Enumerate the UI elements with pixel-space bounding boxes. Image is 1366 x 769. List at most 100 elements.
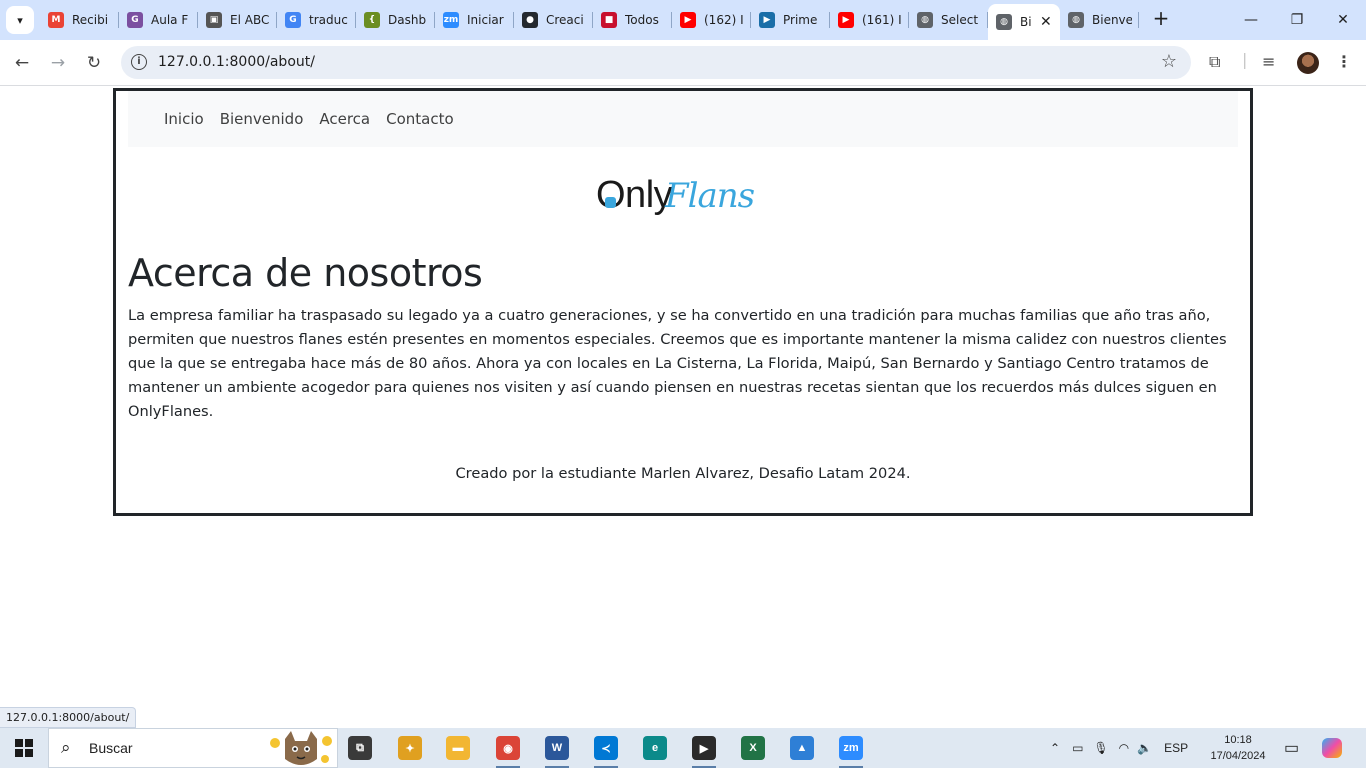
page-viewport: Inicio Bienvenido Acerca Contacto Only F… xyxy=(0,87,1366,708)
language-indicator[interactable]: ESP xyxy=(1164,741,1188,755)
excel-taskbar-button[interactable]: X xyxy=(733,732,773,764)
tab-search-button[interactable]: ▾ xyxy=(6,6,34,34)
tab-title: (161) I xyxy=(862,13,902,27)
system-tray: ⌃ ▭ 🎙 ◠ 🔈 ESP xyxy=(1050,728,1188,768)
vscode-icon: ≺ xyxy=(594,736,618,760)
tab-strip: ▾ M Recibi G Aula F ▣ El ABC Gtraduc { Dashb zm In… xyxy=(0,0,1366,40)
tab-title: Select xyxy=(941,13,979,27)
flan-cup-icon xyxy=(605,197,616,208)
start-button[interactable] xyxy=(0,728,48,768)
dashboard-icon: { xyxy=(364,12,380,28)
footer-credit: Creado por la estudiante Marlen Alvarez,… xyxy=(455,465,911,482)
nav-link-acerca[interactable]: Acerca xyxy=(319,110,370,128)
clock[interactable]: 10:18 17/04/2024 xyxy=(1200,732,1276,764)
taskbar-search-box[interactable]: ⌕ Buscar xyxy=(48,728,338,768)
browser-tab[interactable]: ▶ (161) I xyxy=(830,4,909,36)
new-tab-button[interactable]: + xyxy=(1150,8,1172,30)
photos-icon: ▲ xyxy=(790,736,814,760)
edge-taskbar-button[interactable]: e xyxy=(635,732,675,764)
tab-title: El ABC xyxy=(230,13,270,27)
zoom-icon: zm xyxy=(839,736,863,760)
show-hidden-icons-icon[interactable]: ⌃ xyxy=(1050,741,1060,755)
address-bar[interactable]: i 127.0.0.1:8000/about/ ☆ xyxy=(121,46,1191,79)
about-paragraph: La empresa familiar ha traspasado su leg… xyxy=(128,307,1227,420)
tab-title: Dashb xyxy=(388,13,427,27)
url-text[interactable]: 127.0.0.1:8000/about/ xyxy=(158,54,315,70)
youtube-icon: ▶ xyxy=(680,12,696,28)
nav-link-bienvenido[interactable]: Bienvenido xyxy=(220,110,304,128)
browser-tab[interactable]: ◍ Select xyxy=(909,4,988,36)
tab-title: Bi xyxy=(1020,15,1032,29)
photos-taskbar-button[interactable]: ▲ xyxy=(782,732,822,764)
tab-title: Bienve xyxy=(1092,13,1132,27)
todos-icon: ■ xyxy=(601,12,617,28)
task-view-taskbar-button[interactable]: ⧉ xyxy=(340,732,380,764)
media-player-icon: ▶ xyxy=(692,736,716,760)
browser-tab[interactable]: zm Iniciar xyxy=(435,4,514,36)
browser-tab[interactable]: { Dashb xyxy=(356,4,435,36)
vscode-taskbar-button[interactable]: ≺ xyxy=(586,732,626,768)
browser-tab[interactable]: ■ Todos xyxy=(593,4,672,36)
restore-icon: ❐ xyxy=(1290,12,1304,28)
copilot-icon[interactable] xyxy=(1322,728,1342,768)
more-menu-icon[interactable]: ⋮ xyxy=(1336,52,1352,71)
gallery-taskbar-button[interactable]: ✦ xyxy=(390,732,430,764)
forward-button[interactable]: → xyxy=(45,50,71,76)
youtube-icon: ▶ xyxy=(838,12,854,28)
browser-tab[interactable]: ▶ Prime xyxy=(751,4,830,36)
zoom-taskbar-button[interactable]: zm xyxy=(831,732,871,768)
toolbar-divider: | xyxy=(1242,50,1248,69)
globe-icon: ◍ xyxy=(917,12,933,28)
windows-taskbar: ⌕ Buscar ⧉ ✦ ▬ ◉ W ≺ e ▶ X ▲ zm ⌃ ▭ 🎙 ◠ 🔈 ESP 10:1… xyxy=(0,728,1366,768)
zoom-icon: zm xyxy=(443,12,459,28)
excel-icon: X xyxy=(741,736,765,760)
restore-button[interactable]: ❐ xyxy=(1274,0,1320,40)
volume-icon[interactable]: 🔈 xyxy=(1137,741,1152,755)
microphone-icon[interactable]: 🎙 xyxy=(1093,741,1108,755)
notifications-icon[interactable]: ▭ xyxy=(1284,728,1299,768)
browser-tab[interactable]: Gtraduc xyxy=(277,4,356,36)
close-window-button[interactable]: ✕ xyxy=(1320,0,1366,40)
extensions-icon[interactable]: ⧉ xyxy=(1209,52,1220,72)
back-button[interactable]: ← xyxy=(9,50,35,76)
nav-link-inicio[interactable]: Inicio xyxy=(164,110,204,128)
browser-tab[interactable]: ● Creaci xyxy=(514,4,593,36)
file-explorer-taskbar-button[interactable]: ▬ xyxy=(438,732,478,764)
arrow-right-icon: → xyxy=(50,53,66,73)
tab-title: Creaci xyxy=(546,13,584,27)
minimize-icon: — xyxy=(1244,12,1258,28)
browser-tab[interactable]: ◍ Bi ✕ xyxy=(988,4,1060,40)
media-control-icon[interactable]: ≡ xyxy=(1262,52,1275,71)
profile-avatar[interactable] xyxy=(1297,52,1319,74)
bookmark-star-icon[interactable]: ☆ xyxy=(1161,51,1177,72)
close-tab-icon[interactable]: ✕ xyxy=(1040,14,1052,30)
word-taskbar-button[interactable]: W xyxy=(537,732,577,768)
site-info-icon[interactable]: i xyxy=(131,54,147,70)
media-player-taskbar-button[interactable]: ▶ xyxy=(684,732,724,768)
search-highlight-illustration xyxy=(270,731,332,765)
status-bar-url: 127.0.0.1:8000/about/ xyxy=(0,707,137,728)
minimize-button[interactable]: — xyxy=(1228,0,1274,40)
browser-tab[interactable]: ▣ El ABC xyxy=(198,4,277,36)
browser-tab[interactable]: M Recibi xyxy=(40,4,119,36)
tab-title: Iniciar xyxy=(467,13,504,27)
globe-icon: ◍ xyxy=(1068,12,1084,28)
chrome-taskbar-button[interactable]: ◉ xyxy=(488,732,528,768)
arrow-left-icon: ← xyxy=(14,53,30,73)
close-icon: ✕ xyxy=(1337,12,1349,28)
clock-time: 10:18 xyxy=(1224,734,1252,746)
nav-link-contacto[interactable]: Contacto xyxy=(386,110,454,128)
browser-toolbar: ← → ↻ i 127.0.0.1:8000/about/ ☆ ⧉ | ≡ ⋮ xyxy=(0,40,1366,86)
tab-title: Aula F xyxy=(151,13,189,27)
github-icon: ● xyxy=(522,12,538,28)
page-title: Acerca de nosotros xyxy=(128,251,483,295)
tab-title: traduc xyxy=(309,13,348,27)
battery-icon[interactable]: ▭ xyxy=(1072,741,1083,755)
reload-button[interactable]: ↻ xyxy=(81,50,107,76)
edge-icon: e xyxy=(643,736,667,760)
browser-tab[interactable]: ▶ (162) I xyxy=(672,4,751,36)
browser-tab[interactable]: ◍ Bienve xyxy=(1060,4,1139,36)
wifi-icon[interactable]: ◠ xyxy=(1119,741,1129,755)
onlyflans-logo: Only Flans xyxy=(596,171,776,221)
browser-tab[interactable]: G Aula F xyxy=(119,4,198,36)
